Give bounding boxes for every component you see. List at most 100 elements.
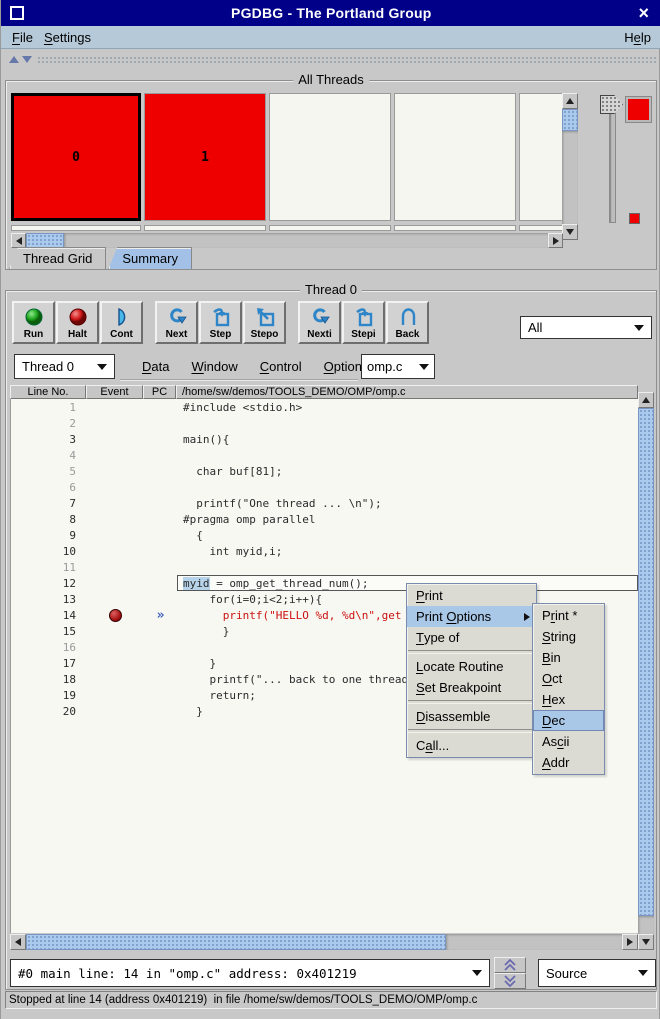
scroll-down-icon[interactable] (638, 934, 654, 950)
run-button[interactable]: Run (12, 301, 55, 344)
menu-item-disassemble[interactable]: Disassemble (407, 706, 536, 727)
scope-select[interactable]: All (520, 316, 652, 339)
menu-item-addr[interactable]: Addr (533, 752, 604, 773)
cont-icon (111, 305, 133, 329)
thread-select[interactable]: Thread 0 (14, 354, 115, 379)
submenu-arrow-icon (524, 613, 530, 621)
source-line-1[interactable]: 1#include <stdio.h> (11, 399, 638, 415)
view-mode-select[interactable]: Source (538, 959, 656, 987)
breakpoint-icon[interactable] (109, 609, 122, 622)
menu-item-call[interactable]: Call... (407, 735, 536, 756)
scroll-track[interactable] (446, 934, 622, 950)
collapse-down-icon[interactable] (22, 56, 32, 63)
step-icon (353, 305, 375, 329)
tab-thread-grid[interactable]: Thread Grid (9, 247, 106, 269)
menu-item-bin[interactable]: Bin (533, 647, 604, 668)
menu-item-string[interactable]: String (533, 626, 604, 647)
stepout-button[interactable]: Stepo (243, 301, 286, 344)
source-line-5[interactable]: 5 char buf[81]; (11, 463, 638, 479)
nexti-button[interactable]: Nexti (298, 301, 341, 344)
thread-cell-0[interactable]: 0 (11, 93, 141, 221)
menu-item-hex[interactable]: Hex (533, 689, 604, 710)
source-line-6[interactable]: 6 (11, 479, 638, 495)
halt-icon (67, 305, 89, 329)
menu-item-dec[interactable]: Dec (533, 710, 604, 731)
back-button[interactable]: Back (386, 301, 429, 344)
source-context-menu: PrintPrint OptionsType of Locate RoutineS… (406, 583, 537, 758)
scroll-right-icon[interactable] (622, 934, 638, 950)
menu-item-print[interactable]: Print (407, 585, 536, 606)
menu-item-print[interactable]: Print * (533, 605, 604, 626)
menu-help[interactable]: Help (624, 30, 651, 45)
source-line-7[interactable]: 7 printf("One thread ... \n"); (11, 495, 638, 511)
source-line-11[interactable]: 11 (11, 559, 638, 575)
step-button[interactable]: Step (199, 301, 242, 344)
file-select[interactable]: omp.c (361, 354, 435, 379)
split-divider[interactable] (4, 55, 658, 64)
source-line-3[interactable]: 3main(){ (11, 431, 638, 447)
source-line-9[interactable]: 9 { (11, 527, 638, 543)
menu-item-type-of[interactable]: Type of (407, 627, 536, 648)
run-icon (23, 305, 45, 329)
close-icon[interactable]: × (638, 4, 649, 22)
menu-item-oct[interactable]: Oct (533, 668, 604, 689)
scroll-thumb[interactable] (26, 934, 446, 950)
column-line-no[interactable]: Line No. (10, 385, 86, 399)
thread-cell-1[interactable]: 1 (144, 93, 266, 221)
scroll-left-icon[interactable] (11, 233, 26, 248)
menu-item-locate-routine[interactable]: Locate Routine (407, 656, 536, 677)
source-line-8[interactable]: 8#pragma omp parallel (11, 511, 638, 527)
scroll-thumb[interactable] (562, 109, 578, 131)
menu-settings[interactable]: Settings (44, 30, 91, 45)
thread-cell[interactable] (394, 93, 516, 221)
system-menu-icon[interactable] (10, 6, 24, 20)
thread-cell[interactable] (519, 93, 563, 221)
source-table-header: Line No. Event PC /home/sw/demos/TOOLS_D… (10, 385, 638, 399)
zoom-slider-track[interactable] (609, 103, 616, 223)
source-line-12[interactable]: 12 myid = omp_get_thread_num(); (11, 575, 638, 591)
collapse-up-icon[interactable] (9, 56, 19, 63)
thread-cell[interactable] (269, 93, 391, 221)
thread-grid-hscrollbar[interactable] (11, 233, 563, 248)
scroll-thumb[interactable] (638, 408, 654, 916)
source-line-2[interactable]: 2 (11, 415, 638, 431)
source-line-4[interactable]: 4 (11, 447, 638, 463)
thread-view-tabs: Thread GridSummary (9, 247, 192, 269)
menu-window[interactable]: Window (180, 359, 237, 374)
stepi-button[interactable]: Stepi (342, 301, 385, 344)
column-source-path[interactable]: /home/sw/demos/TOOLS_DEMO/OMP/omp.c (176, 385, 638, 399)
scroll-track[interactable] (64, 233, 548, 248)
source-vscrollbar[interactable] (638, 392, 654, 950)
selected-expression[interactable]: myid (183, 577, 210, 590)
scroll-track[interactable] (638, 916, 654, 934)
source-line-10[interactable]: 10 int myid,i; (11, 543, 638, 559)
next-button[interactable]: Next (155, 301, 198, 344)
menu-item-ascii[interactable]: Ascii (533, 731, 604, 752)
menu-file[interactable]: File (12, 30, 33, 45)
zoom-slider-handle[interactable] (600, 95, 623, 114)
context-up-button[interactable] (494, 957, 526, 973)
menu-item-set-breakpoint[interactable]: Set Breakpoint (407, 677, 536, 698)
scroll-right-icon[interactable] (548, 233, 563, 248)
column-event[interactable]: Event (86, 385, 143, 399)
scroll-up-icon[interactable] (638, 392, 654, 408)
menu-item-print-options[interactable]: Print Options (407, 606, 536, 627)
scroll-track[interactable] (562, 131, 578, 224)
scroll-up-icon[interactable] (562, 93, 578, 109)
scroll-left-icon[interactable] (10, 934, 26, 950)
double-chevron-down-icon (503, 975, 517, 987)
context-select[interactable]: #0 main line: 14 in "omp.c" address: 0x4… (10, 959, 490, 987)
cont-button[interactable]: Cont (100, 301, 143, 344)
halt-button[interactable]: Halt (56, 301, 99, 344)
column-pc[interactable]: PC (143, 385, 176, 399)
scroll-down-icon[interactable] (562, 224, 578, 240)
chevron-down-icon (97, 364, 107, 370)
source-hscrollbar[interactable] (10, 934, 638, 950)
menu-control[interactable]: Control (249, 359, 302, 374)
tab-summary[interactable]: Summary (108, 247, 192, 269)
menu-data[interactable]: Data (131, 359, 169, 374)
thread-grid-vscrollbar[interactable] (562, 93, 578, 240)
divider-grip[interactable] (37, 56, 658, 63)
scroll-thumb[interactable] (26, 233, 64, 248)
context-down-button[interactable] (494, 973, 526, 989)
